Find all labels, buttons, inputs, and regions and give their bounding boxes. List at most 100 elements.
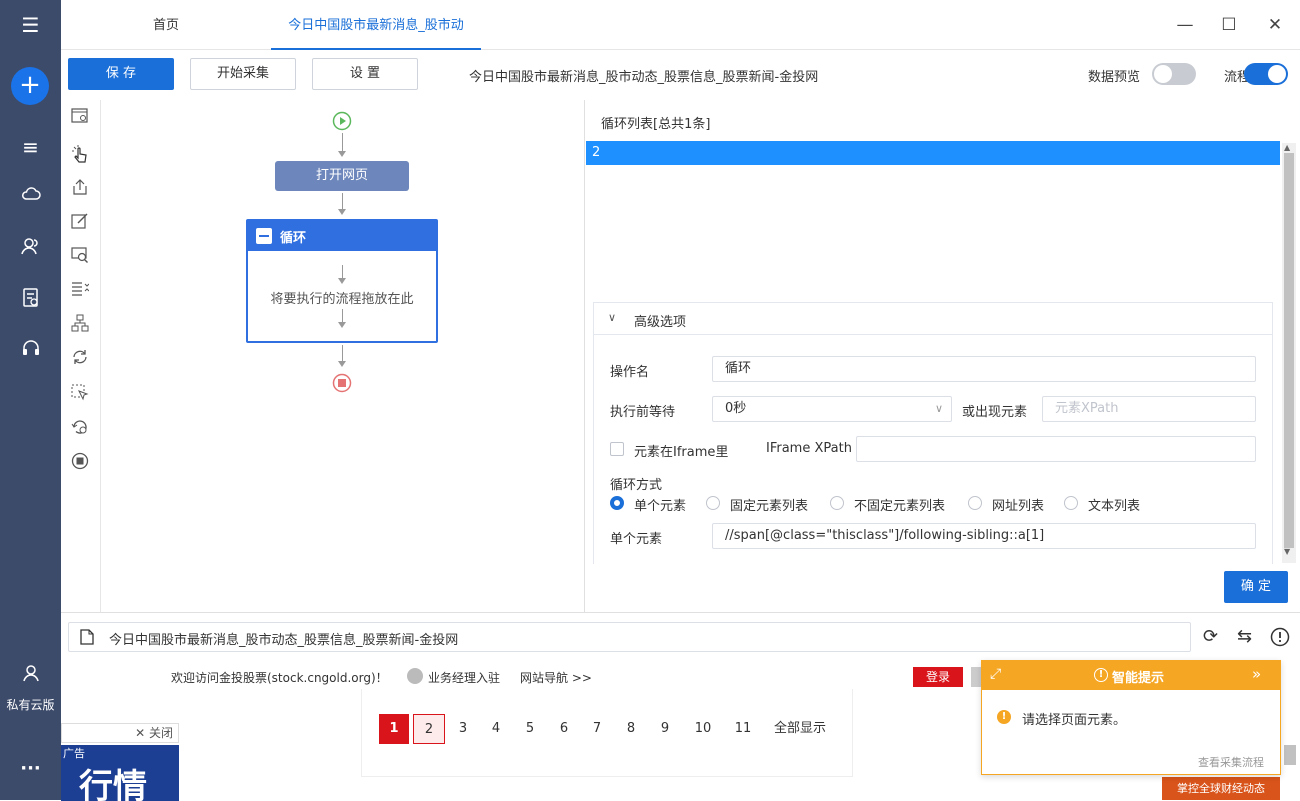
- settings-button[interactable]: 设 置: [312, 58, 418, 90]
- minimize-icon[interactable]: —: [1170, 10, 1200, 40]
- drop-hint: 将要执行的流程拖放在此: [270, 292, 414, 307]
- tab-current-task[interactable]: 今日中国股市最新消息_股市动: [271, 0, 481, 50]
- iframe-xpath-input[interactable]: [856, 436, 1256, 462]
- save-button[interactable]: 保 存: [68, 58, 174, 90]
- loop-mode-radio-group: 单个元素 固定元素列表 不固定元素列表 网址列表 文本列表: [610, 496, 1270, 514]
- xpath-input[interactable]: 元素XPath: [1042, 396, 1256, 422]
- tab-home[interactable]: 首页: [101, 0, 231, 50]
- bottom-banner[interactable]: 掌控全球财经动态: [1162, 777, 1280, 800]
- page-5[interactable]: 5: [519, 714, 541, 744]
- radio-url-list[interactable]: [968, 496, 982, 510]
- page-8[interactable]: 8: [620, 714, 642, 744]
- click-element-icon[interactable]: [69, 144, 91, 166]
- loop-icon[interactable]: [69, 348, 91, 370]
- collapse-icon[interactable]: [256, 228, 272, 244]
- open-page-node[interactable]: 打开网页: [275, 161, 409, 191]
- switch-dropdown-icon[interactable]: [69, 280, 91, 302]
- maximize-icon[interactable]: ☐: [1214, 10, 1244, 40]
- switch-icon[interactable]: ⇆: [1237, 626, 1252, 647]
- show-all-link[interactable]: 全部显示: [768, 714, 832, 744]
- info-icon[interactable]: [1270, 627, 1290, 651]
- refresh-icon[interactable]: ⟳: [1203, 626, 1218, 647]
- collapse-right-icon[interactable]: »: [1252, 665, 1261, 683]
- ad-banner[interactable]: 广告 行情: [61, 745, 179, 801]
- close-icon[interactable]: ✕: [1260, 10, 1290, 40]
- iframe-label: 元素在Iframe里: [634, 445, 729, 460]
- preview-scrollbar[interactable]: [1284, 745, 1296, 765]
- radio-label: 不固定元素列表: [854, 499, 946, 514]
- menu-collapse-icon[interactable]: ☰: [0, 14, 61, 36]
- manager-link[interactable]: 业务经理入驻: [428, 669, 500, 686]
- close-ad-button[interactable]: ✕ 关闭: [61, 723, 179, 743]
- loop-node-title: 循环: [280, 231, 307, 246]
- flow-toggle[interactable]: [1244, 63, 1288, 85]
- loop-node[interactable]: 循环 将要执行的流程拖放在此: [246, 219, 438, 343]
- avatar-icon: [407, 668, 423, 684]
- radio-text-list[interactable]: [1064, 496, 1078, 510]
- data-preview-label: 数据预览: [1088, 70, 1141, 85]
- tab-bar: 首页 今日中国股市最新消息_股市动 — ☐ ✕: [61, 0, 1300, 50]
- page-9[interactable]: 9: [654, 714, 676, 744]
- more-icon[interactable]: ···: [0, 758, 61, 780]
- condition-branch-icon[interactable]: [69, 314, 91, 336]
- list-icon[interactable]: ≡: [0, 136, 61, 158]
- radio-label: 网址列表: [992, 499, 1045, 514]
- panel-scrollbar[interactable]: ▲ ▼: [1282, 143, 1296, 563]
- welcome-text: 欢迎访问金投股票(stock.cngold.org)！: [171, 671, 388, 685]
- op-name-label: 操作名: [610, 365, 650, 380]
- page-2[interactable]: 2: [413, 714, 445, 744]
- cloud-icon[interactable]: [0, 186, 61, 208]
- left-sidebar: ☰ + ≡ 私有云版 ···: [0, 0, 61, 800]
- page-11[interactable]: 11: [728, 714, 758, 744]
- page-1[interactable]: 1: [379, 714, 409, 744]
- loop-list-item[interactable]: 2: [586, 141, 1280, 165]
- wait-select[interactable]: 0秒 ∨: [712, 396, 952, 422]
- address-bar[interactable]: 今日中国股市最新消息_股市动态_股票信息_股票新闻-金投网: [68, 622, 1191, 652]
- ad-text: 行情: [79, 767, 147, 801]
- refresh-wait-icon[interactable]: [69, 418, 91, 440]
- page-7[interactable]: 7: [586, 714, 608, 744]
- user-icon[interactable]: [0, 664, 61, 688]
- single-element-label: 单个元素: [610, 532, 663, 547]
- document-icon: [80, 629, 94, 649]
- radio-variable-list[interactable]: [830, 496, 844, 510]
- extract-data-icon[interactable]: [69, 178, 91, 200]
- or-appear-label: 或出现元素: [962, 405, 1028, 420]
- site-nav-link[interactable]: 网站导航 >>: [520, 669, 592, 686]
- wait-label: 执行前等待: [610, 405, 676, 420]
- iframe-checkbox[interactable]: [610, 442, 624, 456]
- advanced-options-header[interactable]: ∨ 高级选项: [594, 303, 1272, 335]
- mouse-hover-icon[interactable]: [69, 384, 91, 406]
- start-collect-button[interactable]: 开始采集: [190, 58, 296, 90]
- wait-value: 0秒: [725, 401, 747, 416]
- stop-icon[interactable]: [69, 452, 91, 474]
- radio-label: 文本列表: [1088, 499, 1141, 514]
- open-page-icon[interactable]: [69, 108, 91, 130]
- page-3[interactable]: 3: [452, 714, 474, 744]
- end-icon: [332, 373, 352, 397]
- view-flow-link[interactable]: 查看采集流程: [1198, 754, 1264, 770]
- flow-canvas[interactable]: 打开网页 循环 将要执行的流程拖放在此: [101, 100, 585, 612]
- start-icon: [332, 111, 352, 135]
- single-element-input[interactable]: //span[@class="thisclass"]/following-sib…: [712, 523, 1256, 549]
- page-4[interactable]: 4: [485, 714, 507, 744]
- login-button[interactable]: 登录: [913, 667, 963, 687]
- page-6[interactable]: 6: [553, 714, 575, 744]
- page-10[interactable]: 10: [688, 714, 718, 744]
- expand-icon[interactable]: ⤢: [990, 666, 1001, 682]
- data-preview-toggle[interactable]: [1152, 63, 1196, 85]
- radio-single-element[interactable]: [610, 496, 624, 510]
- page-title: 今日中国股市最新消息_股市动态_股票信息_股票新闻-金投网: [469, 70, 819, 85]
- smart-tip-header: ⤢ ! 智能提示 »: [982, 661, 1280, 690]
- document-check-icon[interactable]: [0, 288, 61, 314]
- add-task-button[interactable]: +: [11, 67, 49, 105]
- address-text: 今日中国股市最新消息_股市动态_股票信息_股票新闻-金投网: [109, 633, 459, 648]
- confirm-button[interactable]: 确 定: [1224, 571, 1288, 603]
- users-icon[interactable]: [0, 237, 61, 261]
- recognize-captcha-icon[interactable]: [69, 246, 91, 268]
- headset-icon[interactable]: [0, 339, 61, 363]
- tip-icon: !: [1094, 668, 1108, 682]
- radio-fixed-list[interactable]: [706, 496, 720, 510]
- op-name-input[interactable]: 循环: [712, 356, 1256, 382]
- input-text-icon[interactable]: [69, 212, 91, 234]
